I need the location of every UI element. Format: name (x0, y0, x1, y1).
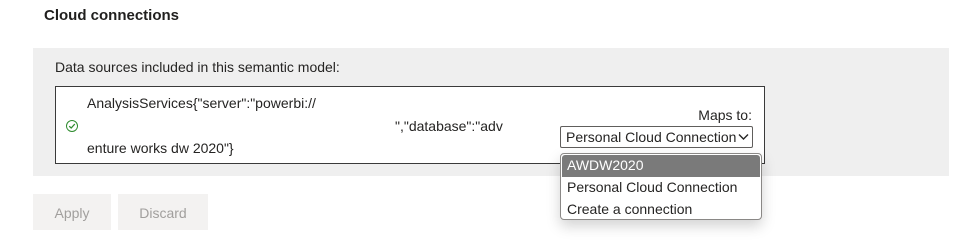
section-title: Cloud connections (44, 7, 179, 24)
maps-to-select[interactable]: Personal Cloud Connection (560, 126, 753, 148)
data-source-text-line-1: AnalysisServices{"server":"powerbi:// (87, 95, 316, 111)
maps-to-dropdown-list: AWDW2020 Personal Cloud Connection Creat… (560, 153, 762, 220)
data-source-text-line-2: ","database":"adv (395, 118, 503, 134)
dropdown-option-awdw2020[interactable]: AWDW2020 (562, 155, 760, 177)
data-sources-panel: Data sources included in this semantic m… (33, 48, 949, 176)
apply-button[interactable]: Apply (33, 194, 111, 230)
check-circle-icon (66, 120, 78, 132)
dropdown-option-create-connection[interactable]: Create a connection (562, 199, 760, 221)
data-sources-label: Data sources included in this semantic m… (55, 59, 340, 75)
maps-to-selected-value: Personal Cloud Connection (566, 129, 736, 145)
discard-button[interactable]: Discard (118, 194, 208, 230)
dropdown-option-personal-cloud-connection[interactable]: Personal Cloud Connection (562, 177, 760, 199)
maps-to-label: Maps to: (698, 107, 752, 123)
data-source-text-line-3: enture works dw 2020"} (87, 140, 234, 156)
chevron-down-icon (738, 134, 749, 140)
